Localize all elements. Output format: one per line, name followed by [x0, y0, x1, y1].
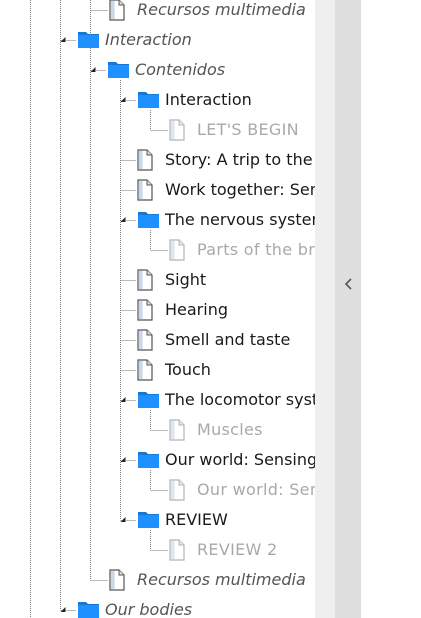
tree-item-label: REVIEW 2 — [197, 540, 278, 559]
chevron-left-icon — [344, 278, 352, 290]
tree-item-label: Work together: Sen — [165, 180, 315, 199]
tree-page-item[interactable]: Sight — [165, 265, 206, 295]
tree-connectors — [30, 0, 185, 618]
tree-folder-item[interactable]: Interaction — [165, 85, 252, 115]
tree-item-label: Hearing — [165, 300, 228, 319]
document-icon — [137, 359, 153, 381]
tree-folder-item[interactable]: The nervous system — [165, 205, 315, 235]
document-icon — [169, 479, 185, 501]
folder-icon — [108, 62, 129, 78]
tree-item-label: Our world: Sensing — [165, 450, 315, 469]
collapse-sidebar-button[interactable] — [335, 0, 361, 618]
expand-toggle-icon[interactable] — [120, 97, 126, 102]
document-icon — [137, 179, 153, 201]
tree-item-label: Smell and taste — [165, 330, 291, 349]
document-icon — [169, 239, 185, 261]
expand-toggle-icon[interactable] — [120, 397, 126, 402]
tree-item-label: Recursos multimedia — [137, 0, 306, 19]
tree-page-item[interactable]: Parts of the bra — [197, 235, 315, 265]
tree-item-label: REVIEW — [165, 510, 228, 529]
tree-page-item[interactable]: Recursos multimedia — [137, 0, 306, 25]
folder-icon — [138, 392, 159, 408]
tree-item-label: The nervous system — [165, 210, 315, 229]
tree-folder-item[interactable]: Our world: Sensing — [165, 445, 315, 475]
folder-icon — [78, 602, 99, 618]
document-icon — [137, 269, 153, 291]
folder-icon — [138, 452, 159, 468]
document-icon — [169, 419, 185, 441]
folder-icon — [138, 92, 159, 108]
folder-icon — [138, 512, 159, 528]
tree-item-label: Contenidos — [135, 60, 226, 79]
page: Recursos multimedia Interaction Contenidos… — [0, 0, 421, 618]
tree-folder-item[interactable]: The locomotor syst — [165, 385, 315, 415]
expand-toggle-icon[interactable] — [60, 607, 66, 612]
tree-page-item[interactable]: Recursos multimedia — [137, 565, 306, 595]
tree-item-label: The locomotor syst — [165, 390, 315, 409]
tree-page-item[interactable]: Our world: Sens — [197, 475, 315, 505]
tree-item-label: Touch — [165, 360, 211, 379]
tree-item-label: Sight — [165, 270, 207, 289]
tree-page-item[interactable]: Story: A trip to the — [165, 145, 313, 175]
tree-item-label: Parts of the bra — [197, 240, 315, 259]
tree-item-label: Our world: Sens — [197, 480, 315, 499]
document-icon — [109, 0, 125, 21]
tree-item-label: Interaction — [165, 90, 252, 109]
tree-page-item[interactable]: LET'S BEGIN — [197, 115, 299, 145]
expand-toggle-icon[interactable] — [120, 457, 126, 462]
tree-page-item[interactable]: Work together: Sen — [165, 175, 315, 205]
tree-page-item[interactable]: Smell and taste — [165, 325, 290, 355]
document-icon — [109, 569, 125, 591]
expand-toggle-icon[interactable] — [120, 517, 126, 522]
tree-item-label: LET'S BEGIN — [197, 120, 299, 139]
tree-item-label: Our bodies — [105, 600, 193, 618]
document-icon — [169, 119, 185, 141]
tree-folder-item[interactable]: REVIEW — [165, 505, 228, 535]
document-icon — [137, 299, 153, 321]
tree-scrollbar[interactable] — [315, 0, 335, 618]
tree-folder-item[interactable]: Our bodies — [105, 595, 192, 618]
tree-item-label: Recursos multimedia — [137, 570, 306, 589]
tree-page-item[interactable]: Touch — [165, 355, 211, 385]
folder-icon — [138, 212, 159, 228]
tree-page-item[interactable]: Muscles — [197, 415, 263, 445]
expand-toggle-icon[interactable] — [60, 37, 66, 42]
tree-page-item[interactable]: REVIEW 2 — [197, 535, 278, 565]
content-tree: Recursos multimedia Interaction Contenidos… — [0, 0, 315, 618]
tree-item-label: Story: A trip to the — [165, 150, 313, 169]
tree-item-label: Muscles — [197, 420, 263, 439]
document-icon — [169, 539, 185, 561]
tree-folder-item[interactable]: Contenidos — [135, 55, 225, 85]
expand-toggle-icon[interactable] — [90, 67, 96, 72]
folder-icon — [78, 32, 99, 48]
tree-item-label: Interaction — [105, 30, 192, 49]
tree-page-item[interactable]: Hearing — [165, 295, 228, 325]
document-icon — [137, 149, 153, 171]
expand-toggle-icon[interactable] — [120, 217, 126, 222]
tree-folder-item[interactable]: Interaction — [105, 25, 192, 55]
document-icon — [137, 329, 153, 351]
